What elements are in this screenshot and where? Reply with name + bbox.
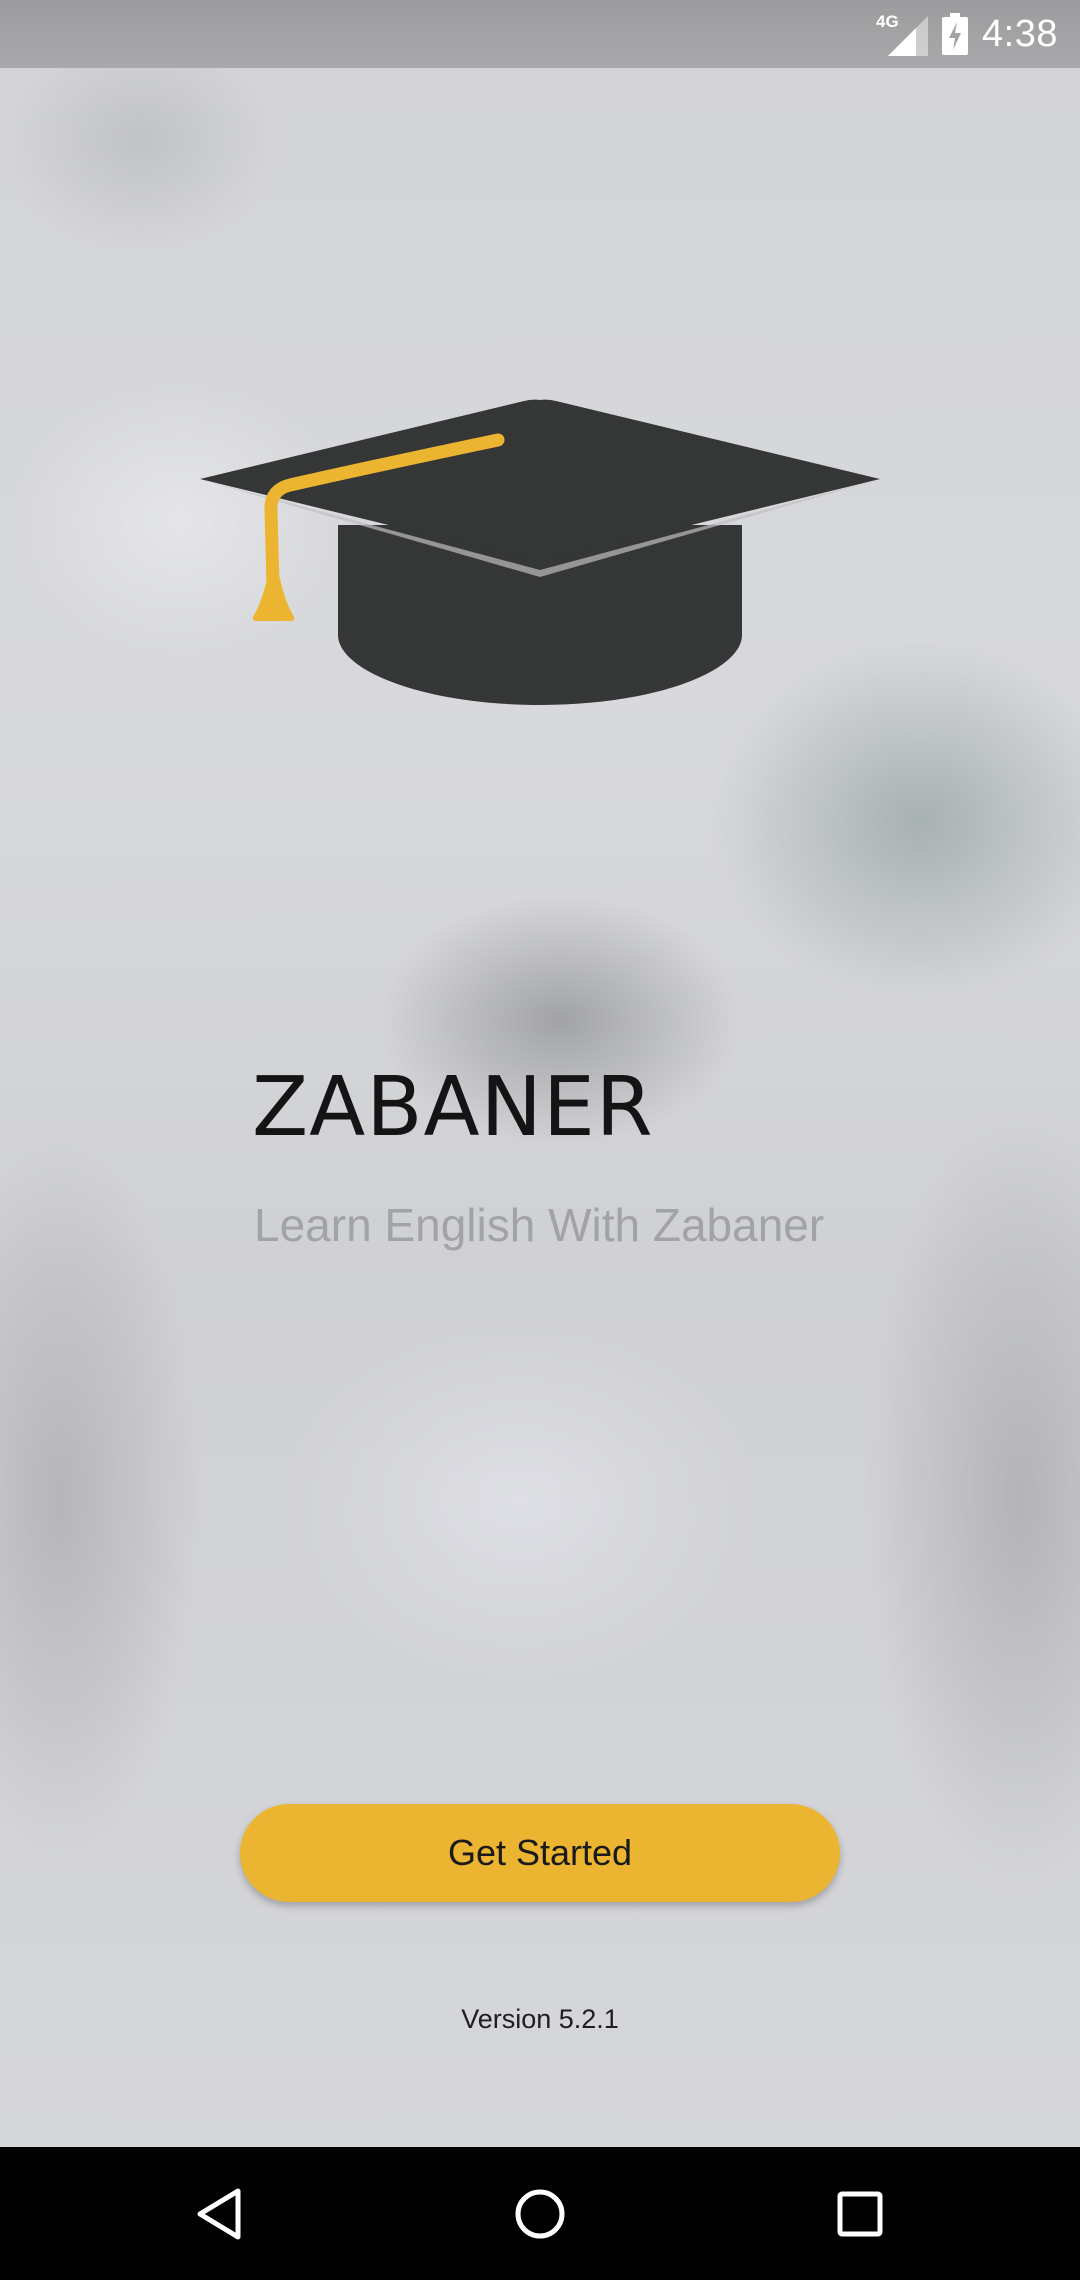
version-label: Version 5.2.1 bbox=[461, 2004, 619, 2034]
network-indicator: 4G bbox=[876, 12, 929, 56]
recents-icon bbox=[837, 2191, 883, 2236]
app-title: ZABANER bbox=[252, 1060, 654, 1155]
back-icon bbox=[197, 2188, 241, 2239]
nav-home-button[interactable] bbox=[460, 2147, 620, 2280]
navigation-bar bbox=[0, 2147, 1080, 2280]
signal-icon bbox=[888, 16, 929, 56]
home-icon bbox=[515, 2189, 565, 2238]
splash-screen: 4G 4:38 ZABANER Learn English With Zaban… bbox=[0, 0, 1080, 2280]
battery-charging-icon bbox=[942, 13, 969, 55]
app-subtitle: Learn English With Zabaner bbox=[254, 1199, 825, 1251]
status-icons: 4G 4:38 bbox=[876, 0, 1058, 68]
status-bar: 4G 4:38 bbox=[0, 0, 1080, 68]
nav-back-button[interactable] bbox=[140, 2147, 300, 2280]
clock: 4:38 bbox=[982, 12, 1058, 55]
nav-recents-button[interactable] bbox=[780, 2147, 940, 2280]
get-started-button[interactable]: Get Started bbox=[240, 1804, 840, 1902]
graduation-cap-icon bbox=[200, 399, 880, 705]
